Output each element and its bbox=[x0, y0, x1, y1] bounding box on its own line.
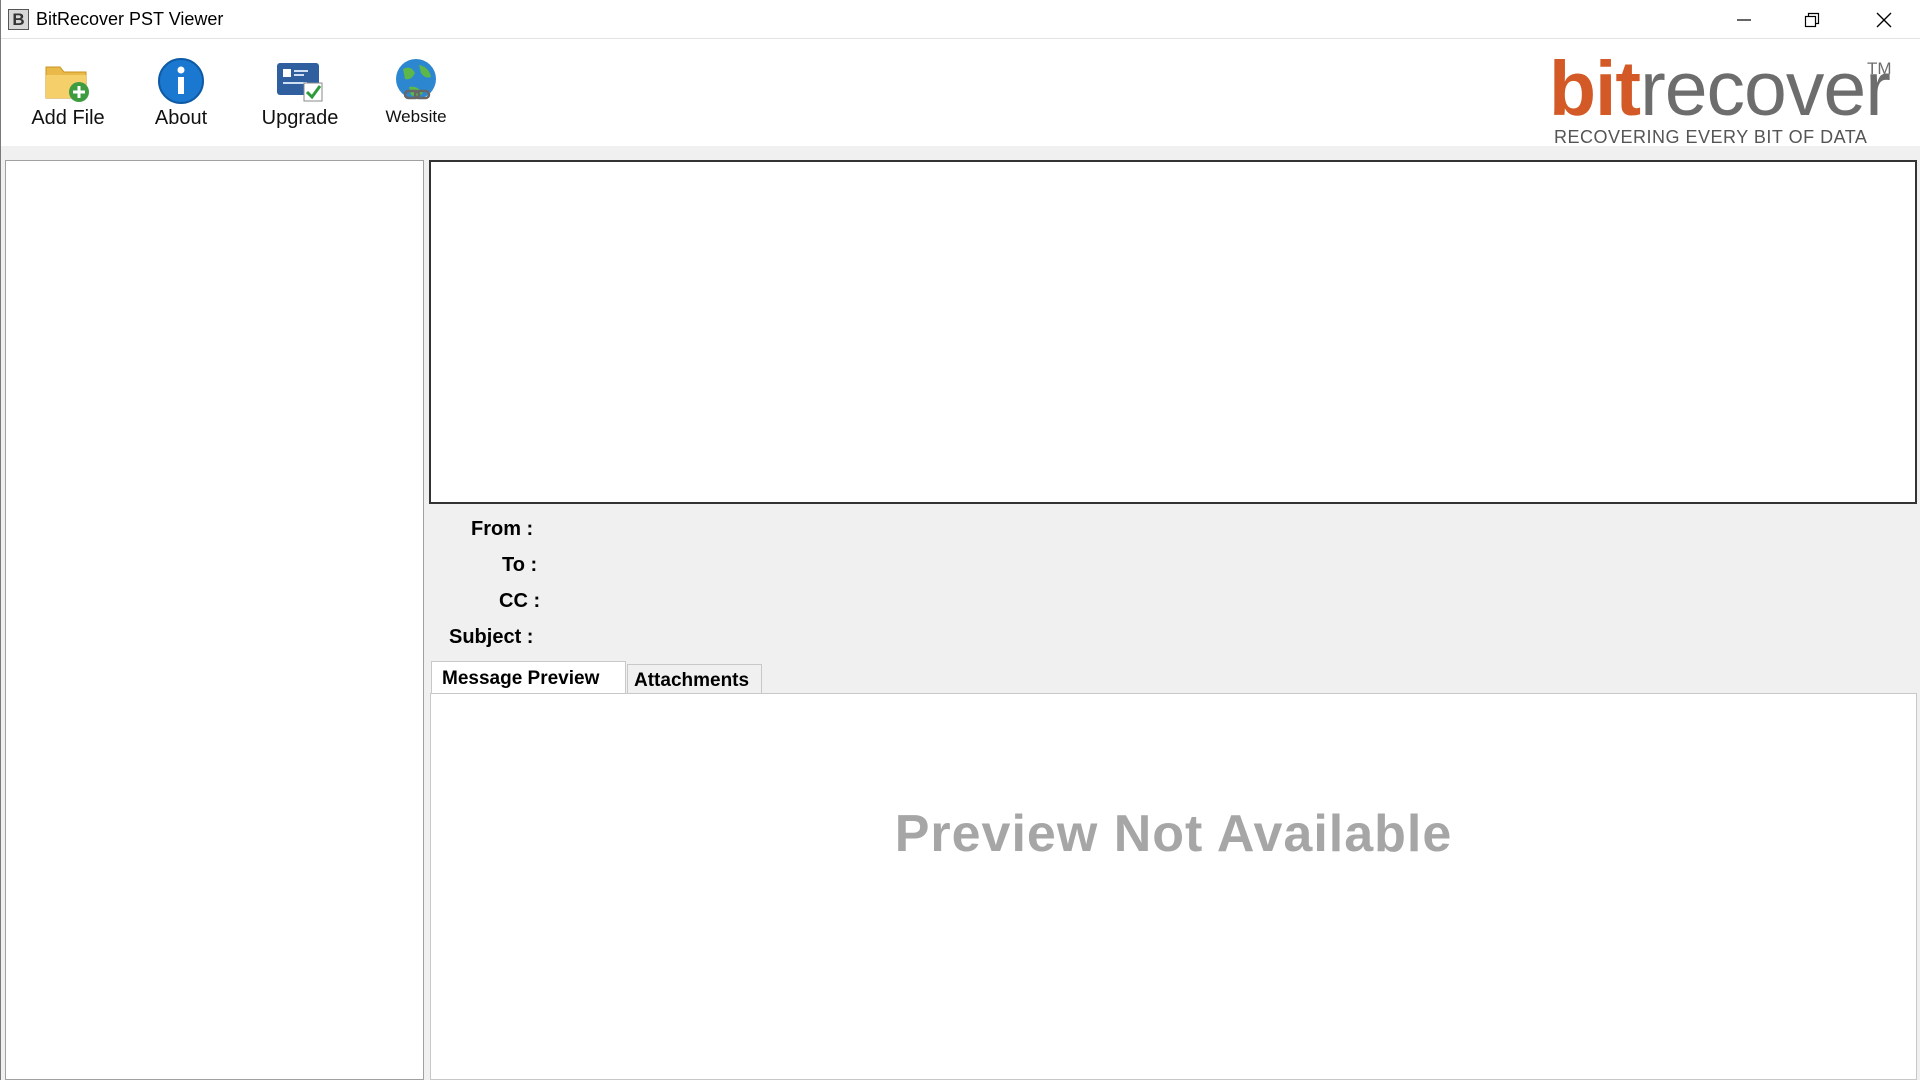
app-window: B BitRecover PST Viewer Add File About U… bbox=[0, 0, 1920, 1080]
restore-icon bbox=[1804, 12, 1820, 28]
window-title: BitRecover PST Viewer bbox=[36, 9, 224, 29]
folder-add-icon bbox=[45, 66, 89, 102]
minimize-button[interactable] bbox=[1710, 0, 1778, 39]
brand-tagline: RECOVERING EVERY BIT OF DATA bbox=[1554, 127, 1868, 147]
title-bar: B BitRecover PST Viewer bbox=[1, 0, 1920, 39]
add-file-button[interactable]: Add File bbox=[27, 57, 109, 130]
close-icon bbox=[1876, 12, 1892, 28]
about-button[interactable]: About bbox=[143, 57, 219, 130]
add-file-label: Add File bbox=[31, 107, 105, 129]
minimize-icon bbox=[1737, 19, 1751, 21]
bitrecover-logo: bitrecover TM RECOVERING EVERY BIT OF DA… bbox=[1549, 46, 1892, 147]
folder-tree-panel[interactable] bbox=[5, 160, 424, 1080]
tab-attachments[interactable]: Attachments bbox=[627, 664, 762, 695]
upgrade-icon bbox=[277, 63, 323, 102]
globe-link-icon bbox=[396, 59, 436, 100]
message-preview-pane: Preview Not Available bbox=[430, 693, 1917, 1080]
upgrade-button[interactable]: Upgrade bbox=[251, 57, 349, 130]
restore-button[interactable] bbox=[1778, 0, 1846, 39]
upgrade-label: Upgrade bbox=[261, 107, 339, 129]
website-label: Website bbox=[385, 107, 447, 126]
close-button[interactable] bbox=[1850, 0, 1918, 39]
info-icon bbox=[158, 58, 204, 104]
subject-label: Subject : bbox=[449, 626, 534, 648]
to-label: To : bbox=[502, 554, 538, 576]
cc-label: CC : bbox=[499, 590, 541, 612]
toolbar: Add File About Upgrade Website bitrecove… bbox=[1, 39, 1920, 147]
preview-placeholder-text: Preview Not Available bbox=[894, 805, 1453, 863]
app-icon: B bbox=[8, 9, 29, 30]
from-label: From : bbox=[471, 518, 534, 540]
message-list-panel[interactable] bbox=[429, 160, 1917, 504]
tab-message-preview[interactable]: Message Preview bbox=[431, 661, 626, 695]
about-label: About bbox=[154, 107, 208, 129]
website-button[interactable]: Website bbox=[381, 57, 451, 127]
